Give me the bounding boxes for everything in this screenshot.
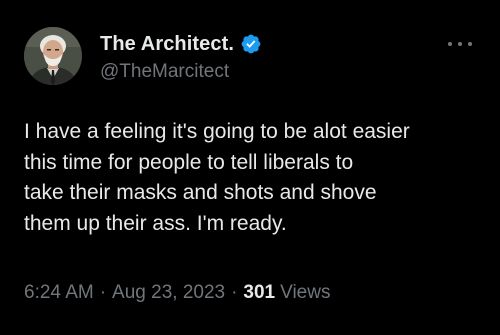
more-options-icon[interactable] xyxy=(448,38,472,50)
views-count[interactable]: 301 xyxy=(243,282,275,304)
meta-separator: · xyxy=(231,282,238,303)
tweet-text: I have a feeling it's going to be alot e… xyxy=(24,120,410,235)
meta-separator: · xyxy=(99,282,107,303)
tweet-meta: 6:24 AM · Aug 23, 2023 · 301 Views xyxy=(24,282,330,304)
views-label[interactable]: Views xyxy=(280,282,330,304)
author-handle[interactable]: @TheMarcitect xyxy=(100,61,229,83)
more-dot xyxy=(448,42,452,46)
tweet-date[interactable]: Aug 23, 2023 xyxy=(112,282,225,304)
avatar[interactable] xyxy=(24,27,82,85)
avatar-image xyxy=(24,27,82,85)
author-name-row: The Architect. xyxy=(100,31,262,57)
more-dot xyxy=(458,42,462,46)
tweet-time[interactable]: 6:24 AM xyxy=(24,282,94,304)
more-dot xyxy=(468,42,472,46)
author-display-name[interactable]: The Architect. xyxy=(100,33,234,56)
verified-badge-icon[interactable] xyxy=(240,33,262,55)
